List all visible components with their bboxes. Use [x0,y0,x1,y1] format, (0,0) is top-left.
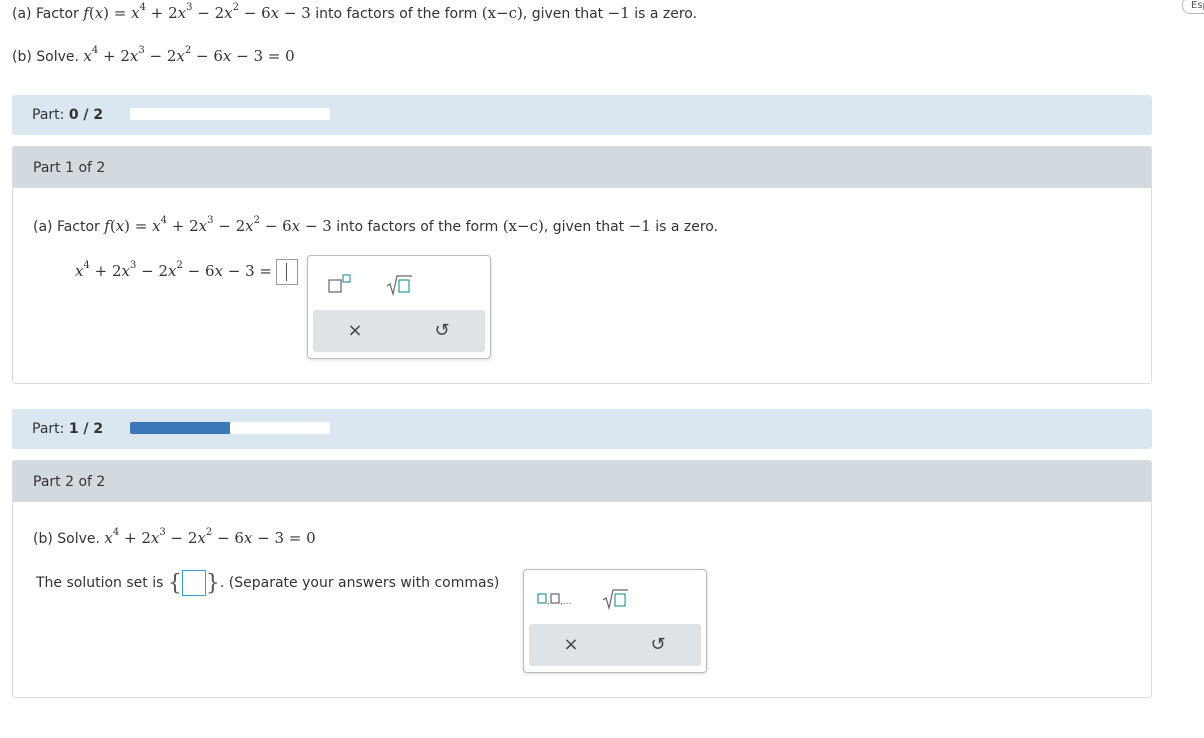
part-1-end: is a zero. [650,219,719,235]
function-expression: f(x) = x4 + 2x3 − 2x2 − 6x − 3 [83,2,311,23]
right-brace: } [205,570,220,596]
progress-track [130,422,330,434]
part-1-answer-row: x4 + 2x3 − 2x2 − 6x − 3 = [75,259,299,285]
progress-bar-part-0: Part: 0 / 2 [12,95,1152,135]
factor-form: (x−c) [481,4,523,22]
part-2-answer-row: The solution set is {}. (Separate your a… [36,570,499,596]
progress-label: Part: 0 / 2 [32,107,103,123]
part-2-title: Part 2 of 2 [33,474,106,490]
palette-tools: ,,... [524,584,706,612]
sqrt-icon[interactable] [600,584,630,612]
math-palette-part-1: × ↺ [307,255,491,359]
equation-expression: x4 + 2x3 − 2x2 − 6x − 3 [83,45,264,66]
palette-actions: × ↺ [313,310,485,352]
palette-actions: × ↺ [529,624,701,666]
problem-a: (a) Factor f(x) = x4 + 2x3 − 2x2 − 6x − … [12,2,698,23]
problem-b: (b) Solve. x4 + 2x3 − 2x2 − 6x − 3 = 0 [12,45,295,66]
part-1-title: Part 1 of 2 [33,160,106,176]
clear-icon[interactable]: × [557,634,585,656]
solution-suffix: . (Separate your answers with commas) [219,575,500,591]
svg-text:,...: ,... [560,597,571,607]
part-1-equals: = [254,262,272,280]
equation-end: = 0 [263,47,295,65]
progress-fill [130,422,230,434]
part-2-prefix: (b) Solve. [33,531,105,547]
list-icon[interactable]: ,,... [536,584,576,612]
progress-label-text: Part: [32,107,65,123]
svg-text:,: , [547,597,550,607]
part-1-suffix: into factors of the form [331,219,503,235]
superscript-icon[interactable] [326,270,356,298]
problem-a-end: is a zero. [629,6,698,22]
progress-value: 1 / 2 [68,421,104,437]
problem-a-prefix: (a) Factor [12,6,84,22]
progress-label: Part: 1 / 2 [32,421,103,437]
part-1-zero: −1 [628,217,651,235]
palette-tools [308,270,490,298]
part-1-panel: Part 1 of 2 (a) Factor f(x) = x4 + 2x3 −… [12,146,1152,384]
progress-value: 0 / 2 [68,107,104,123]
part-1-header: Part 1 of 2 [13,147,1151,188]
clear-icon[interactable]: × [341,320,369,342]
undo-icon[interactable]: ↺ [428,320,456,342]
part-1-question: (a) Factor f(x) = x4 + 2x3 − 2x2 − 6x − … [33,215,719,236]
progress-label-text: Part: [32,421,65,437]
part-2-question: (b) Solve. x4 + 2x3 − 2x2 − 6x − 3 = 0 [33,527,316,548]
part-2-equation: x4 + 2x3 − 2x2 − 6x − 3 [104,527,285,548]
part-2-equation-end: = 0 [284,529,316,547]
math-palette-part-2: ,,... × ↺ [523,569,707,673]
text-caret [286,263,288,281]
zero-value: −1 [607,4,630,22]
problem-a-given: , given that [522,6,608,22]
progress-bar-part-1: Part: 1 / 2 [12,409,1152,449]
part-1-form: (x−c) [502,217,544,235]
solution-set-input[interactable] [181,570,206,596]
part-1-given: , given that [543,219,629,235]
problem-b-prefix: (b) Solve. [12,49,84,65]
sqrt-icon[interactable] [384,270,414,298]
undo-icon[interactable]: ↺ [644,634,672,656]
part-1-prefix: (a) Factor [33,219,105,235]
part-1-answer-input[interactable] [276,259,299,285]
part-1-lhs: x4 + 2x3 − 2x2 − 6x − 3 [75,260,255,281]
problem-a-suffix: into factors of the form [310,6,482,22]
solution-prefix: The solution set is [36,575,164,591]
language-toggle[interactable]: Español [1182,0,1204,14]
progress-track [130,108,330,120]
left-brace: { [167,570,182,596]
part-2-header: Part 2 of 2 [13,461,1151,502]
part-1-function: f(x) = x4 + 2x3 − 2x2 − 6x − 3 [104,215,332,236]
